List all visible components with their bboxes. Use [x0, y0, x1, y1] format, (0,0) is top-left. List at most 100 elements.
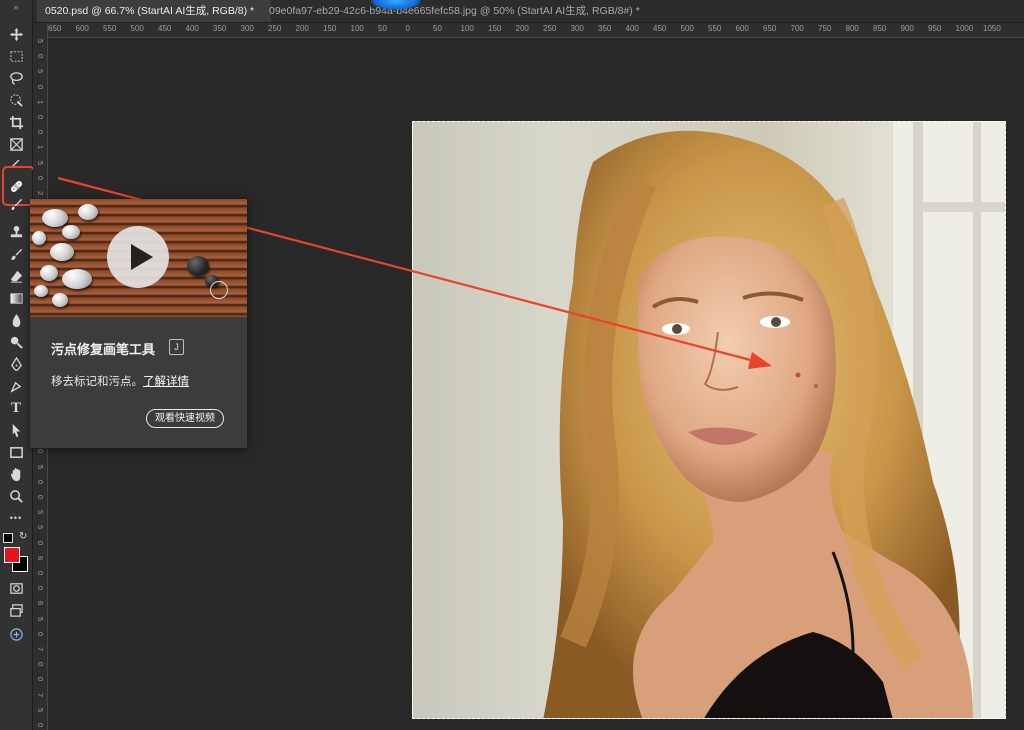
ruler-tick-label: 50 — [378, 24, 387, 33]
learn-more-link[interactable]: 了解详情 — [143, 376, 189, 388]
ruler-tick-label: 150 — [488, 24, 502, 33]
ruler-tick-label: 450 — [158, 24, 172, 33]
screen-mode-icon — [9, 603, 23, 617]
blur-tool[interactable] — [0, 310, 32, 330]
tooltip-description: 移去标记和污点。了解详情 — [51, 373, 189, 389]
move-icon — [9, 27, 23, 41]
ruler-tick-label: 5 — [36, 707, 45, 712]
play-icon[interactable] — [107, 226, 169, 288]
history-brush-tool[interactable] — [0, 244, 32, 264]
ruler-tick-label: 0 — [36, 540, 45, 545]
swap-colors-icon[interactable]: ↻ — [19, 531, 27, 542]
toolbar-collapse-button[interactable]: » — [0, 0, 32, 18]
ruler-tick-label: 250 — [268, 24, 282, 33]
ruler-tick-label: 5 — [36, 510, 45, 515]
ruler-tick-label: 600 — [75, 24, 89, 33]
clone-stamp-tool[interactable] — [0, 222, 32, 242]
ruler-tick-label: 1000 — [955, 24, 974, 33]
watch-quick-video-button[interactable]: 观看快速视频 — [146, 409, 224, 428]
ruler-tick-label: 0 — [36, 662, 45, 667]
ruler-tick-label: 0 — [36, 479, 45, 484]
ruler-tick-label: 850 — [873, 24, 887, 33]
zoom-icon — [9, 489, 23, 503]
foreground-color-swatch[interactable] — [4, 547, 20, 563]
brush-tool[interactable] — [0, 198, 32, 210]
ruler-tick-label: 0 — [36, 586, 45, 591]
hand-tool[interactable] — [0, 464, 32, 484]
share-button[interactable] — [0, 624, 32, 644]
frame-tool[interactable] — [0, 134, 32, 154]
eyedropper-icon — [11, 159, 19, 166]
hand-icon — [10, 467, 20, 481]
tab-09e0fa97-jpg[interactable]: 09e0fa97-eb29-42c6-b94a-b4e665fefc58.jpg… — [261, 0, 648, 22]
screen-mode-button[interactable] — [0, 600, 32, 620]
pen-icon — [10, 356, 22, 371]
tools-panel: » T ••• ↻ — [0, 0, 35, 730]
path-select-tool[interactable] — [0, 420, 32, 440]
ruler-tick-label: 50 — [433, 24, 442, 33]
gradient-icon — [9, 292, 23, 304]
tool-tooltip-popup: 污点修复画笔工具 J 移去标记和污点。了解详情 观看快速视频 — [30, 199, 247, 448]
ruler-tick-label: 0 — [36, 115, 45, 120]
eraser-icon — [10, 270, 22, 283]
marquee-tool[interactable] — [0, 46, 32, 66]
type-tool[interactable]: T — [0, 398, 32, 418]
ruler-tick-label: 0 — [36, 175, 45, 180]
document-tab-bar: 0520.psd @ 66.7% (StartAI AI生成, RGB/8) *… — [33, 0, 1024, 23]
ruler-tick-label: 0 — [36, 723, 45, 728]
blur-icon — [12, 313, 20, 327]
ruler-tick-label: 800 — [845, 24, 859, 33]
ruler-tick-label: 350 — [213, 24, 227, 33]
tab-0520-psd[interactable]: 0520.psd @ 66.7% (StartAI AI生成, RGB/8) * — [37, 0, 271, 22]
ruler-tick-label: 6 — [36, 601, 45, 606]
gradient-tool[interactable] — [0, 288, 32, 308]
ruler-tick-label: 200 — [515, 24, 529, 33]
ruler-tick-label: 600 — [735, 24, 749, 33]
document-canvas[interactable] — [412, 121, 1006, 719]
more-tools-button[interactable]: ••• — [0, 508, 32, 528]
ruler-tick-label: 0 — [36, 84, 45, 89]
eraser-tool[interactable] — [0, 266, 32, 286]
ruler-tick-label: 5 — [36, 525, 45, 530]
ruler-tick-label: 300 — [570, 24, 584, 33]
default-colors-icon[interactable] — [3, 533, 13, 543]
tooltip-title: 污点修复画笔工具 — [51, 342, 156, 357]
rectangle-icon — [9, 446, 23, 458]
zoom-tool[interactable] — [0, 486, 32, 506]
ruler-tick-label: 300 — [240, 24, 254, 33]
crop-tool[interactable] — [0, 112, 32, 132]
quick-mask-icon — [9, 582, 23, 594]
ruler-tick-label: 0 — [36, 495, 45, 500]
ruler-tick-label: 5 — [36, 160, 45, 165]
move-tool[interactable] — [0, 24, 32, 44]
ruler-tick-label: 5 — [36, 464, 45, 469]
ruler-tick-label: 500 — [680, 24, 694, 33]
rectangle-tool[interactable] — [0, 442, 32, 462]
ruler-tick-label: 400 — [625, 24, 639, 33]
horizontal-ruler[interactable]: 650 600 550 500 450 400 350 300 250 200 150 100 50 0 5… — [47, 23, 1024, 38]
ruler-tick-label: 7 — [36, 647, 45, 652]
ruler-tick-label: 5 — [36, 69, 45, 74]
clone-stamp-icon — [10, 225, 22, 237]
eyedropper-tool[interactable] — [0, 156, 32, 166]
pen-curvature-tool[interactable] — [0, 376, 32, 396]
quick-mask-button[interactable] — [0, 578, 32, 598]
ruler-tick-label: 550 — [708, 24, 722, 33]
ruler-tick-label: 200 — [295, 24, 309, 33]
ruler-tick-label: 900 — [900, 24, 914, 33]
dodge-tool[interactable] — [0, 332, 32, 352]
ruler-tick-label: 750 — [818, 24, 832, 33]
ruler-tick-label: 1 — [36, 99, 45, 104]
pen-tool[interactable] — [0, 354, 32, 374]
ruler-tick-label: 0 — [36, 631, 45, 636]
tooltip-preview-video[interactable] — [30, 199, 247, 317]
ruler-tick-label: 950 — [928, 24, 942, 33]
quick-select-tool[interactable] — [0, 90, 32, 110]
ruler-tick-label: 0 — [36, 54, 45, 59]
ruler-tick-label: 0 — [36, 449, 45, 454]
crop-icon — [9, 115, 23, 129]
ruler-tick-label: 0 — [36, 571, 45, 576]
lasso-tool[interactable] — [0, 68, 32, 88]
ruler-tick-label: 500 — [130, 24, 144, 33]
ruler-tick-label: 0 — [405, 24, 410, 33]
